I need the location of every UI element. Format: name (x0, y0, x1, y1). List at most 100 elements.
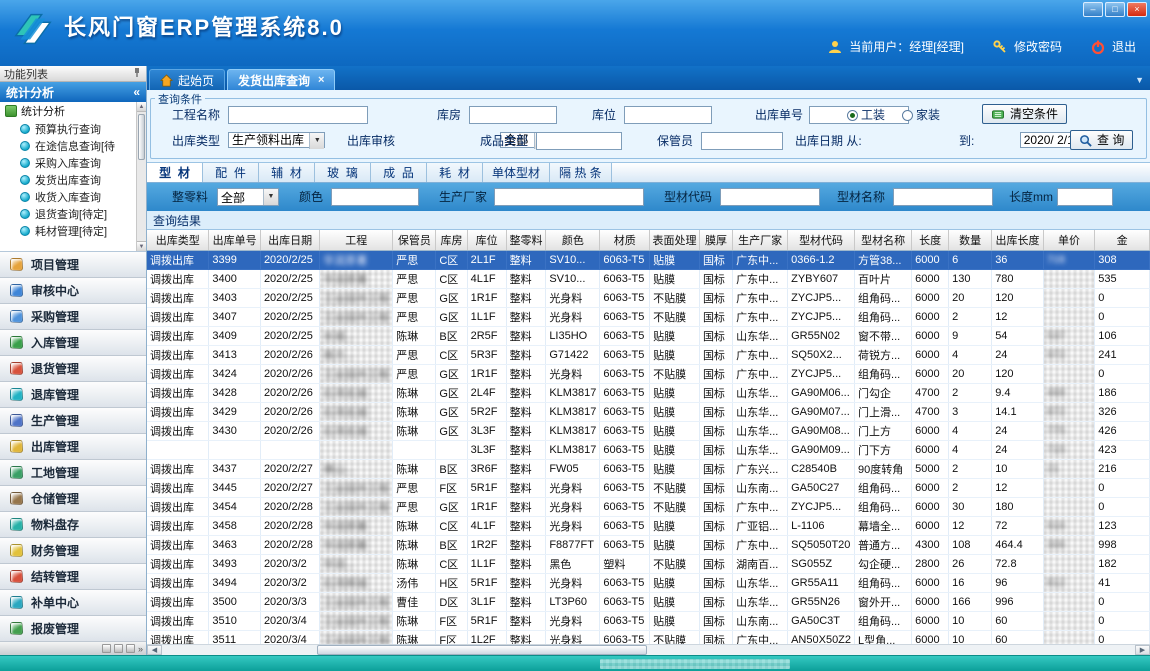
table-cell[interactable]: 窗不带... (855, 326, 912, 345)
table-cell[interactable]: 不贴膜 (650, 554, 700, 573)
table-cell[interactable]: C区 (436, 345, 467, 364)
table-cell[interactable]: G71422 (546, 345, 600, 364)
scroll-right-icon[interactable]: ▶ (1135, 645, 1150, 655)
tree-item[interactable]: 预算执行查询 (0, 120, 146, 137)
table-cell[interactable]: 60 (992, 611, 1044, 630)
table-cell[interactable]: 0 (1095, 364, 1150, 383)
table-cell[interactable]: 勾企硬... (855, 554, 912, 573)
table-cell[interactable]: 工业园共工程 (320, 364, 393, 383)
table-cell[interactable]: GA90M06... (788, 383, 855, 402)
table-cell[interactable]: 整料 (506, 516, 546, 535)
table-cell[interactable]: GR55N02 (788, 326, 855, 345)
keeper-input[interactable] (701, 132, 783, 150)
table-cell[interactable]: 工业园共工程 (320, 478, 393, 497)
table-cell[interactable]: 调拨出库 (147, 554, 209, 573)
table-row[interactable]: 调拨出库35002020/3/3工业园共工程曹佳D区3L1F整料LT3P6060… (147, 592, 1150, 611)
table-cell[interactable]: 1L1F (467, 307, 506, 326)
table-cell[interactable]: 整料 (506, 554, 546, 573)
table-cell[interactable]: AN50X50Z2 (788, 630, 855, 644)
table-cell[interactable]: 华润原著 (320, 535, 393, 554)
table-cell[interactable]: 整料 (506, 383, 546, 402)
table-cell[interactable]: 123 (1095, 516, 1150, 535)
table-cell[interactable] (209, 440, 261, 459)
table-cell[interactable]: 6000 (912, 307, 949, 326)
table-cell[interactable]: 6063-T5 (600, 611, 650, 630)
table-cell[interactable]: 山东华... (733, 592, 788, 611)
table-cell[interactable]: 光身料 (546, 573, 600, 592)
table-cell[interactable]: SV10... (546, 250, 600, 269)
table-cell[interactable]: 5R2F (467, 402, 506, 421)
table-cell[interactable]: 陈琳 (393, 383, 436, 402)
table-cell[interactable] (147, 440, 209, 459)
table-cell[interactable]: 不贴膜 (650, 288, 700, 307)
table-row[interactable]: 调拨出库34032020/2/25工业园共工程严思G区1R1F整料光身料6063… (147, 288, 1150, 307)
table-cell[interactable]: H区 (436, 573, 467, 592)
table-row[interactable]: 调拨出库34932020/3/2华润...陈琳C区1L1F整料黑色塑料不贴膜国标… (147, 554, 1150, 573)
table-cell[interactable]: 1L1F (467, 554, 506, 573)
table-cell[interactable]: 国标 (699, 364, 732, 383)
table-cell[interactable]: GA90M09... (788, 440, 855, 459)
table-cell[interactable]: 贴膜 (650, 535, 700, 554)
table-cell[interactable]: 陈琳 (393, 535, 436, 554)
table-cell[interactable]: 整料 (506, 345, 546, 364)
table-cell[interactable]: 光身料 (546, 516, 600, 535)
table-cell[interactable]: 3403 (209, 288, 261, 307)
table-cell[interactable]: 916 (1043, 516, 1095, 535)
table-cell[interactable]: 306 (1043, 535, 1095, 554)
sidebar-item-production[interactable]: 生产管理 (0, 408, 146, 434)
tab-list-dropdown-icon[interactable]: ▼ (1135, 75, 1144, 85)
table-cell[interactable]: 2L1F (467, 250, 506, 269)
table-cell[interactable]: 工业园共工程 (320, 288, 393, 307)
table-cell[interactable]: FW05 (546, 459, 600, 478)
table-cell[interactable]: 广东中... (733, 288, 788, 307)
table-cell[interactable]: KLM3817 (546, 421, 600, 440)
table-row[interactable]: 调拨出库34242020/2/26工业园共工程严思G区1R1F整料光身料6063… (147, 364, 1150, 383)
table-cell[interactable]: 998 (1095, 535, 1150, 554)
table-cell[interactable]: 调拨出库 (147, 630, 209, 644)
table-cell[interactable]: 12 (949, 516, 992, 535)
table-cell[interactable]: KLM3817 (546, 383, 600, 402)
table-cell[interactable]: 423 (1095, 440, 1150, 459)
table-cell[interactable]: 812 (1043, 573, 1095, 592)
table-cell[interactable]: 216 (1095, 459, 1150, 478)
table-cell[interactable]: B区 (436, 326, 467, 345)
table-cell[interactable]: 6000 (912, 440, 949, 459)
table-cell[interactable]: 广东兴... (733, 459, 788, 478)
table-cell[interactable]: 光身料 (546, 497, 600, 516)
table-cell[interactable]: 3458 (209, 516, 261, 535)
table-cell[interactable]: 6000 (912, 611, 949, 630)
table-cell[interactable]: 6 (949, 250, 992, 269)
table-cell[interactable]: C区 (436, 516, 467, 535)
table-cell[interactable]: 湖南百... (733, 554, 788, 573)
table-cell[interactable]: 6000 (912, 345, 949, 364)
table-cell[interactable]: 3400 (209, 269, 261, 288)
sidebar-toolbar-button-2[interactable] (114, 644, 123, 653)
table-cell[interactable]: 贴膜 (650, 611, 700, 630)
table-cell[interactable]: 不贴膜 (650, 307, 700, 326)
table-cell[interactable]: 调拨出库 (147, 611, 209, 630)
sidebar-more-button[interactable]: » (138, 644, 143, 654)
whole-scrap-select[interactable]: 全部 ▼ (217, 188, 279, 206)
table-cell[interactable]: 3445 (209, 478, 261, 497)
table-cell[interactable]: 调拨出库 (147, 478, 209, 497)
table-cell[interactable]: 国标 (699, 269, 732, 288)
table-cell[interactable]: 120 (992, 364, 1044, 383)
table-cell[interactable]: 2L4F (467, 383, 506, 402)
table-cell[interactable]: 陈琳 (393, 402, 436, 421)
table-cell[interactable]: GA50C3T (788, 611, 855, 630)
table-cell[interactable]: 光身料 (546, 478, 600, 497)
table-cell[interactable]: 996 (992, 592, 1044, 611)
table-cell[interactable]: 6063-T5 (600, 307, 650, 326)
table-cell[interactable] (320, 440, 393, 459)
table-cell[interactable]: 组角码... (855, 611, 912, 630)
table-cell[interactable]: 6000 (912, 326, 949, 345)
table-cell[interactable]: 贴膜 (650, 421, 700, 440)
sidebar-item-carryover[interactable]: 结转管理 (0, 564, 146, 590)
table-cell[interactable]: 6063-T5 (600, 630, 650, 644)
table-cell[interactable]: KLM3817 (546, 440, 600, 459)
material-tab-0[interactable]: 型 材 (147, 163, 203, 182)
table-cell[interactable]: 1R1F (467, 497, 506, 516)
table-cell[interactable]: 6063-T5 (600, 402, 650, 421)
table-cell[interactable]: 780 (992, 269, 1044, 288)
table-cell[interactable] (1043, 307, 1095, 326)
